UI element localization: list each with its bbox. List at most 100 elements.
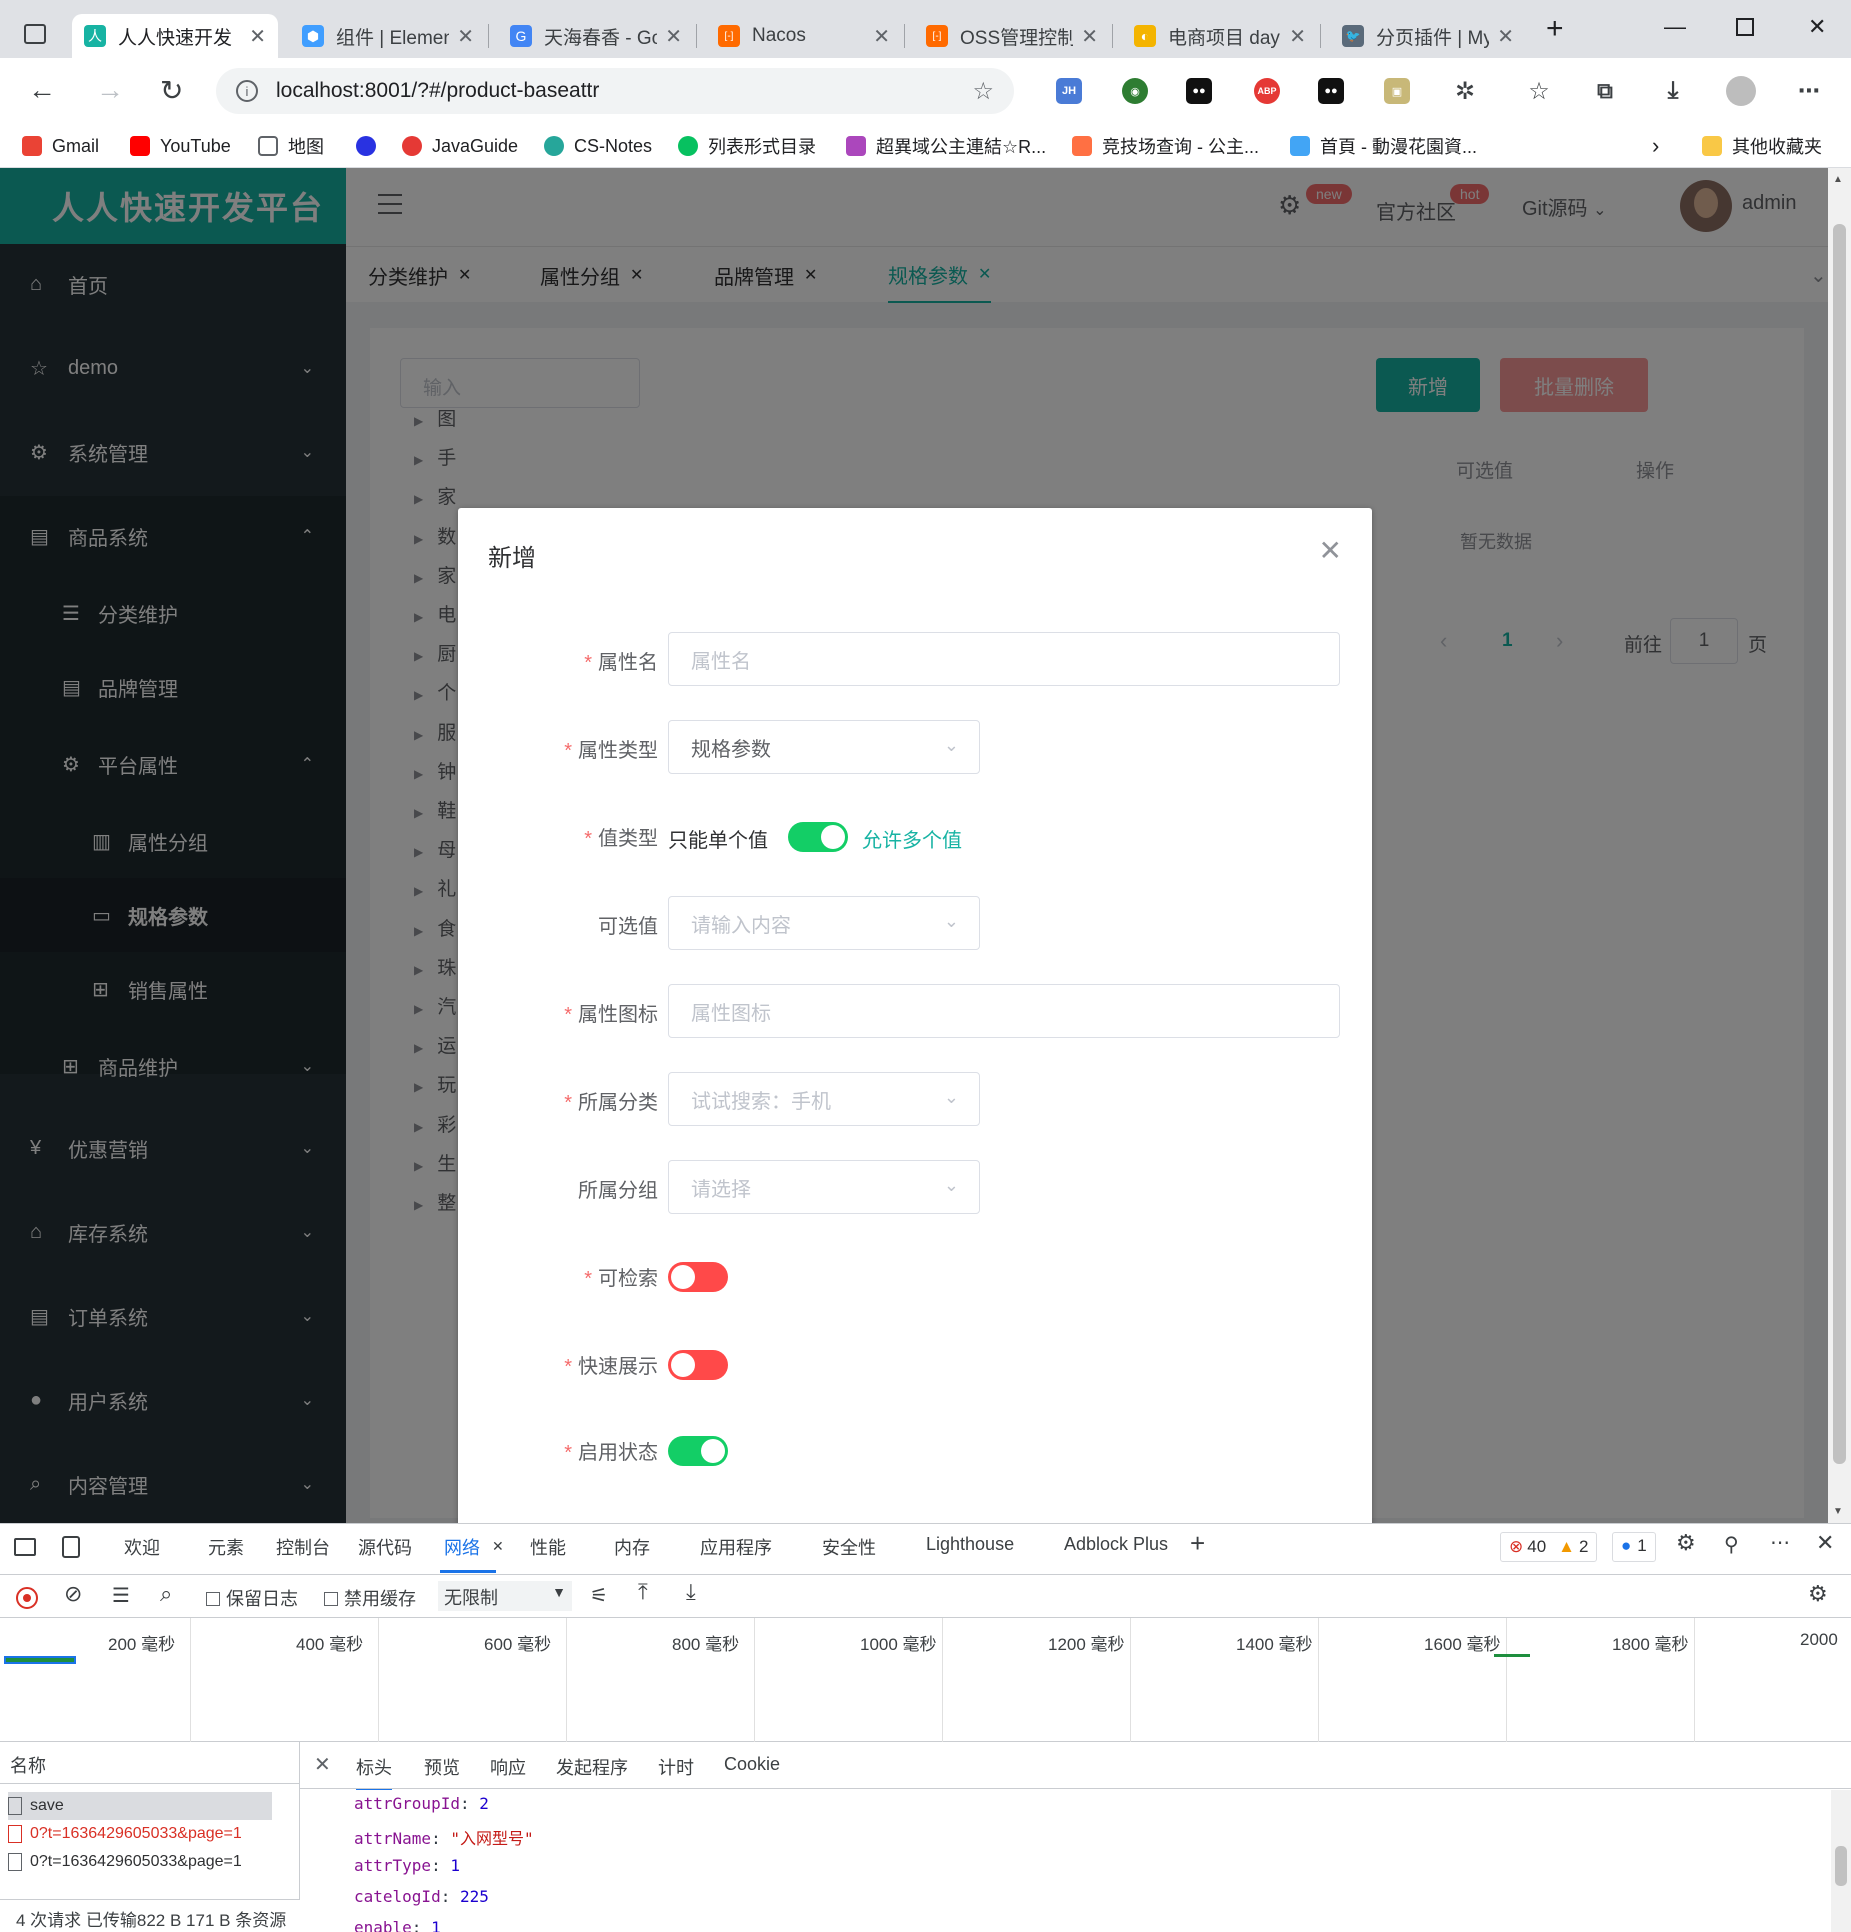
more-options-icon[interactable]: ⋯ xyxy=(1770,1530,1790,1555)
add-panel-icon[interactable]: + xyxy=(1190,1528,1205,1559)
network-overview-timeline[interactable]: 200 毫秒 400 毫秒 600 毫秒 800 毫秒 1000 毫秒 1200 毫秒 14… xyxy=(0,1618,1851,1742)
detail-tab[interactable]: 发起程序 xyxy=(556,1754,628,1780)
bookmark-baidu[interactable] xyxy=(356,130,386,162)
collections-icon[interactable]: ⧉ xyxy=(1592,78,1618,104)
downloads-icon[interactable]: ⤓ xyxy=(1660,77,1686,104)
close-icon[interactable]: ✕ xyxy=(873,24,890,49)
detail-tab[interactable]: 计时 xyxy=(658,1754,694,1780)
filter-icon[interactable]: ☰ xyxy=(112,1583,130,1608)
devtools-tab[interactable]: 性能 xyxy=(530,1534,566,1560)
enabled-switch[interactable] xyxy=(668,1436,728,1466)
devtools-tab[interactable]: 元素 xyxy=(208,1534,244,1560)
scrollbar-thumb[interactable] xyxy=(1833,224,1846,1464)
searchable-switch[interactable] xyxy=(668,1262,728,1292)
page-scrollbar[interactable]: ▲ ▼ xyxy=(1828,168,1851,1523)
group-select[interactable]: 请选择 ⌄ xyxy=(668,1160,980,1214)
close-icon[interactable]: ✕ xyxy=(1081,24,1098,49)
extension-globe-icon[interactable]: ◉ xyxy=(1122,78,1148,104)
maximize-icon[interactable] xyxy=(1736,18,1754,36)
browser-tab[interactable]: G 天海春香 - Go ✕ xyxy=(498,14,694,58)
devtools-tab[interactable]: 安全性 xyxy=(822,1534,876,1560)
attr-type-select[interactable]: 规格参数 ⌄ xyxy=(668,720,980,774)
back-icon[interactable]: ← xyxy=(28,74,56,106)
scroll-up-icon[interactable]: ▲ xyxy=(1833,174,1843,185)
devtools-tab[interactable]: 控制台 xyxy=(276,1534,330,1560)
close-icon[interactable]: ✕ xyxy=(1319,534,1342,567)
extensions-puzzle-icon[interactable]: ✲ xyxy=(1452,78,1478,105)
site-info-icon[interactable]: i xyxy=(236,80,258,102)
scroll-down-icon[interactable]: ▼ xyxy=(1833,1506,1843,1517)
extension-tampermonkey-icon[interactable]: ●● xyxy=(1186,78,1212,104)
detail-scrollbar-thumb[interactable] xyxy=(1835,1846,1847,1886)
detail-tab[interactable]: Cookie xyxy=(724,1754,780,1775)
bookmark-wechat[interactable]: 列表形式目录 xyxy=(678,130,816,162)
detail-tab[interactable]: 响应 xyxy=(490,1754,526,1780)
extension-tampermonkey2-icon[interactable]: ●● xyxy=(1318,78,1344,104)
bookmark-javaguide[interactable]: JavaGuide xyxy=(402,130,518,162)
quick-show-switch[interactable] xyxy=(668,1350,728,1380)
bookmark-csnotes[interactable]: CS-Notes xyxy=(544,130,652,162)
detail-tab[interactable]: 预览 xyxy=(424,1754,460,1780)
other-bookmarks[interactable]: 其他收藏夹 xyxy=(1702,130,1822,162)
close-icon[interactable]: ✕ xyxy=(249,24,266,49)
value-type-switch[interactable] xyxy=(788,822,848,852)
record-stop-icon[interactable] xyxy=(16,1587,38,1609)
reload-icon[interactable]: ↻ xyxy=(160,74,183,107)
devtools-tab[interactable]: 网络 xyxy=(444,1534,480,1560)
extension-image-icon[interactable]: ▣ xyxy=(1384,78,1410,104)
browser-tab-active[interactable]: 人 人人快速开发 ✕ xyxy=(72,14,278,58)
forward-icon[interactable]: → xyxy=(96,74,124,106)
import-har-icon[interactable]: ⤒ xyxy=(638,1579,648,1605)
extension-adblock-icon[interactable]: ABP xyxy=(1254,78,1280,104)
options-select[interactable]: 请输入内容 ⌄ xyxy=(668,896,980,950)
close-icon[interactable]: ✕ xyxy=(1289,24,1306,49)
devtools-tab[interactable]: 内存 xyxy=(614,1534,650,1560)
request-row[interactable]: 0?t=1636429605033&page=1 xyxy=(8,1820,272,1848)
tab-actions-icon[interactable] xyxy=(24,24,46,44)
attr-icon-input[interactable]: 属性图标 xyxy=(668,984,1340,1038)
attr-name-input[interactable]: 属性名 xyxy=(668,632,1340,686)
minimize-icon[interactable]: — xyxy=(1664,14,1686,40)
detail-scrollbar[interactable] xyxy=(1831,1790,1851,1932)
close-icon[interactable]: ✕ xyxy=(457,24,474,49)
favorite-star-icon[interactable]: ☆ xyxy=(972,77,994,106)
profile-avatar-icon[interactable] xyxy=(1726,76,1756,106)
search-icon[interactable]: ⌕ xyxy=(160,1581,172,1607)
devtools-tab[interactable]: 欢迎 xyxy=(124,1534,160,1560)
clear-icon[interactable]: ⊘ xyxy=(64,1581,82,1607)
export-har-icon[interactable]: ⤓ xyxy=(686,1579,696,1605)
bookmark-youtube[interactable]: YouTube xyxy=(130,130,231,162)
devtools-tab[interactable]: 应用程序 xyxy=(700,1534,772,1560)
browser-tab[interactable]: 🐦 分页插件 | My ✕ xyxy=(1330,14,1526,58)
device-toolbar-icon[interactable] xyxy=(62,1536,80,1558)
browser-tab[interactable]: [-] Nacos ✕ xyxy=(706,14,902,58)
close-devtools-icon[interactable]: ✕ xyxy=(1816,1530,1834,1556)
error-warning-counter[interactable]: ⊗ 40 ▲ 2 xyxy=(1500,1532,1598,1562)
name-column-header[interactable]: 名称 xyxy=(0,1742,299,1784)
preserve-log-checkbox[interactable]: 保留日志 xyxy=(206,1585,298,1611)
settings-gear-icon[interactable]: ⚙ xyxy=(1676,1530,1696,1556)
bookmark-arena[interactable]: 竞技场查询 - 公主... xyxy=(1072,130,1259,162)
throttle-select[interactable]: 无限制 ▼ xyxy=(438,1581,572,1611)
dock-side-icon[interactable]: ⚲ xyxy=(1724,1532,1739,1557)
devtools-tab[interactable]: 源代码 xyxy=(358,1534,412,1560)
bookmark-dmhy[interactable]: 首頁 - 動漫花園資... xyxy=(1290,130,1477,162)
browser-tab[interactable]: [-] OSS管理控制 ✕ xyxy=(914,14,1110,58)
detail-tab[interactable]: 标头 xyxy=(356,1754,392,1790)
more-menu-icon[interactable]: ⋯ xyxy=(1796,78,1822,104)
inspect-element-icon[interactable] xyxy=(14,1538,36,1556)
bookmarks-overflow-chevron-icon[interactable]: › xyxy=(1652,130,1659,162)
window-close-icon[interactable]: ✕ xyxy=(1808,14,1826,40)
close-icon[interactable]: ✕ xyxy=(1497,24,1514,49)
browser-tab[interactable]: ⬢ 组件 | Element ✕ xyxy=(290,14,486,58)
close-tab-icon[interactable]: ✕ xyxy=(492,1538,504,1555)
favorites-icon[interactable]: ☆ xyxy=(1526,78,1552,105)
new-tab-icon[interactable]: + xyxy=(1546,12,1564,46)
category-cascader[interactable]: 试试搜索：手机 ⌄ xyxy=(668,1072,980,1126)
request-row[interactable]: save xyxy=(8,1792,272,1820)
request-row[interactable]: 0?t=1636429605033&page=1 xyxy=(8,1848,272,1876)
devtools-tab[interactable]: Adblock Plus xyxy=(1064,1534,1168,1555)
browser-tab[interactable]: ◐ 电商项目 day ✕ xyxy=(1122,14,1318,58)
network-conditions-icon[interactable]: ⚟ xyxy=(590,1583,608,1608)
disable-cache-checkbox[interactable]: 禁用缓存 xyxy=(324,1585,416,1611)
